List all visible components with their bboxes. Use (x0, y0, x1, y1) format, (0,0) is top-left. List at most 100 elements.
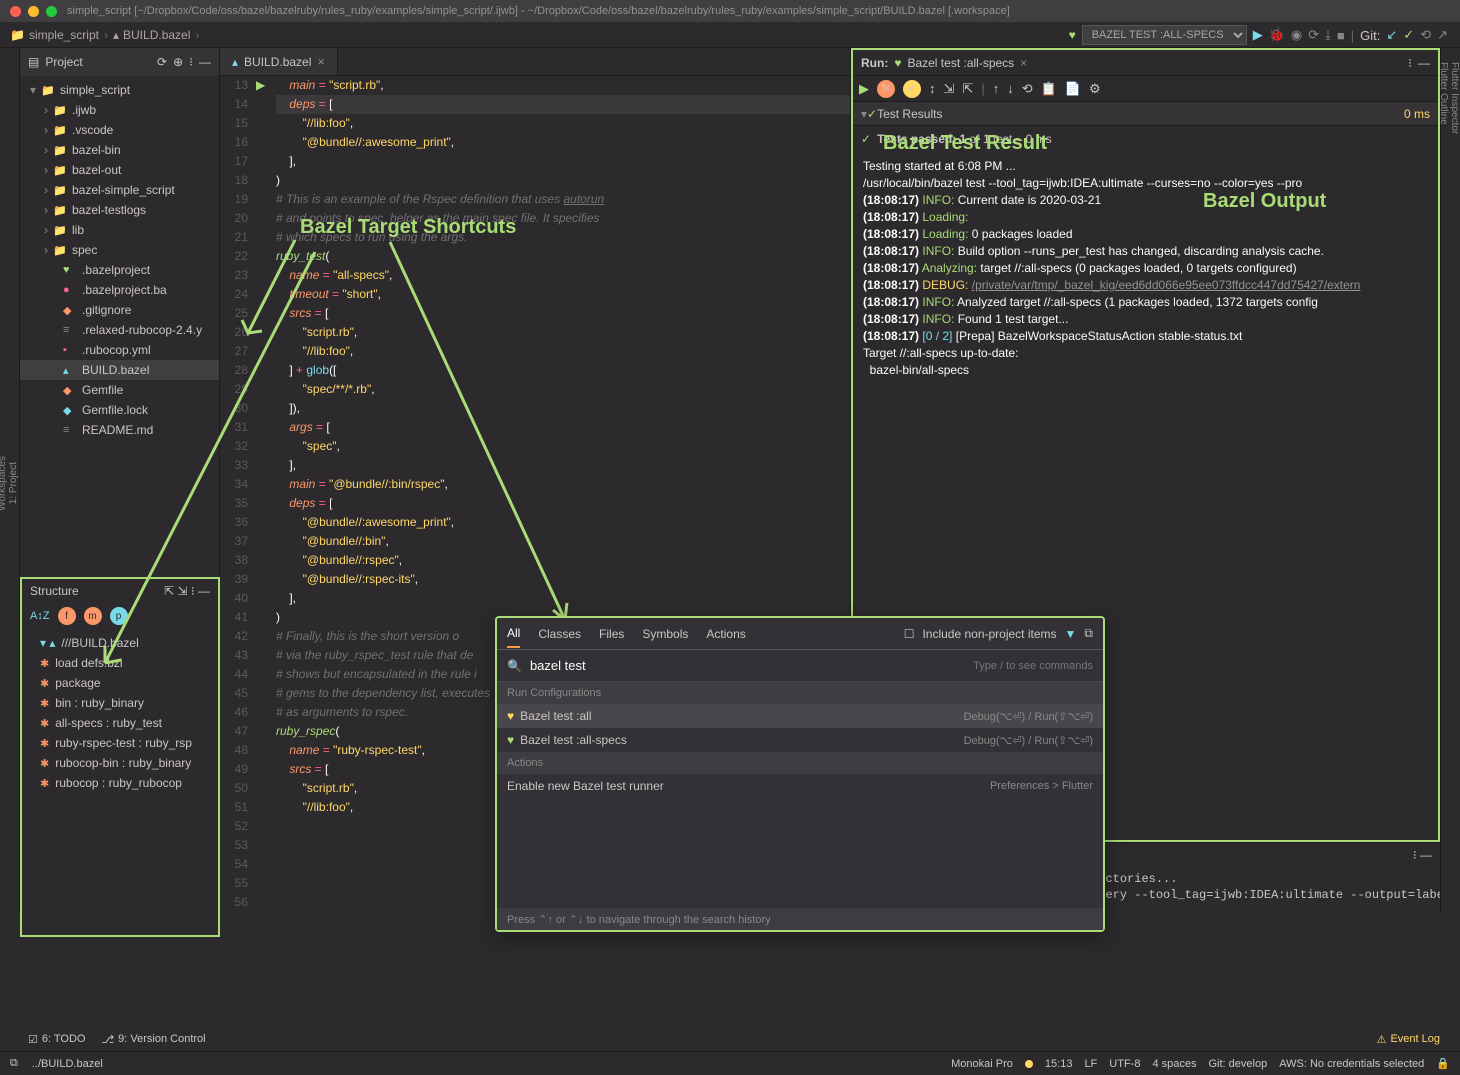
collapse-icon[interactable]: ⇱ (962, 81, 973, 97)
close-window-icon[interactable] (10, 6, 21, 17)
menu-icon[interactable]: ⁝ (1408, 56, 1412, 70)
vcs-push-icon[interactable]: ↗ (1437, 27, 1448, 43)
search-input[interactable] (530, 658, 965, 673)
search-category: Run Configurations (497, 682, 1103, 704)
event-log-button[interactable]: ⚠ Event Log (1377, 1027, 1440, 1051)
search-tab-files[interactable]: Files (599, 627, 624, 641)
hide-icon[interactable]: — (1418, 56, 1430, 70)
history-icon[interactable]: ⟲ (1022, 81, 1033, 97)
tree-item[interactable]: ◆Gemfile (20, 380, 219, 400)
search-hint: Type / to see commands (973, 660, 1093, 672)
prev-icon[interactable]: ↑ (993, 81, 1000, 96)
results-label: Test Results (877, 107, 942, 121)
structure-item[interactable]: ✱ruby-rspec-test : ruby_rsp (28, 733, 212, 753)
structure-item[interactable]: ✱package (28, 673, 212, 693)
structure-item[interactable]: ✱load defs.bzl (28, 653, 212, 673)
tree-item[interactable]: ›📁bazel-bin (20, 140, 219, 160)
status-line-sep[interactable]: LF (1084, 1058, 1097, 1070)
tree-item[interactable]: ≡.relaxed-rubocop-2.4.y (20, 320, 219, 340)
collapse-icon[interactable]: ⁝ (189, 55, 193, 69)
next-icon[interactable]: ↓ (1007, 81, 1014, 96)
debug-icon[interactable]: 🐞 (1269, 27, 1285, 43)
attach-icon[interactable]: ⤓ (1325, 27, 1331, 43)
target-icon[interactable]: ⊕ (173, 55, 183, 69)
tree-item[interactable]: ●.bazelproject.ba (20, 280, 219, 300)
tree-item[interactable]: ≡README.md (20, 420, 219, 440)
toggle2-icon[interactable]: ✓ (903, 80, 921, 98)
breadcrumb-item[interactable]: 📁 simple_script (10, 28, 99, 42)
tree-item[interactable]: ›📁.ijwb (20, 100, 219, 120)
bottom-tool-tabs: ☑ 6: TODO ⎇ 9: Version Control (20, 1027, 206, 1051)
m-icon[interactable]: m (84, 607, 102, 625)
profile-icon[interactable]: ⟳ (1308, 27, 1319, 43)
p-icon[interactable]: p (110, 607, 128, 625)
search-tab-actions[interactable]: Actions (706, 627, 745, 641)
search-tab-all[interactable]: All (507, 626, 520, 648)
vcs-history-icon[interactable]: ⟲ (1420, 27, 1431, 43)
status-theme[interactable]: Monokai Pro (951, 1058, 1013, 1070)
search-tab-symbols[interactable]: Symbols (642, 627, 688, 641)
rail-project[interactable]: 1: Project (8, 462, 19, 504)
hide-icon[interactable]: — (199, 55, 211, 69)
status-indent[interactable]: 4 spaces (1152, 1058, 1196, 1070)
export-icon[interactable]: 📋 (1041, 81, 1057, 97)
status-encoding[interactable]: UTF-8 (1109, 1058, 1140, 1070)
stop-icon[interactable]: ■ (1337, 28, 1345, 43)
tree-item[interactable]: ›📁bazel-simple_script (20, 180, 219, 200)
filter-icon[interactable]: ▼ (1065, 627, 1077, 641)
tree-item[interactable]: ›📁bazel-out (20, 160, 219, 180)
structure-panel: Structure ⇱ ⇲ ⁝ — A↕Z f m p ▾ ▴ ///BUILD… (20, 577, 220, 937)
structure-item[interactable]: ✱bin : ruby_binary (28, 693, 212, 713)
structure-list[interactable]: ▾ ▴ ///BUILD.bazel ✱load defs.bzl✱packag… (22, 629, 218, 797)
import-icon[interactable]: 📄 (1065, 81, 1081, 97)
search-result-item[interactable]: Enable new Bazel test runnerPreferences … (497, 774, 1103, 798)
rail-flutter-inspector[interactable]: Flutter Inspector (1449, 62, 1460, 906)
tree-item[interactable]: ♥.bazelproject (20, 260, 219, 280)
run-tab[interactable]: Bazel test :all-specs (907, 56, 1014, 70)
close-icon[interactable]: × (1020, 56, 1027, 70)
tree-item[interactable]: ›📁lib (20, 220, 219, 240)
expand-icon[interactable]: ⇲ (944, 81, 955, 97)
search-tab-classes[interactable]: Classes (538, 627, 581, 641)
status-position[interactable]: 15:13 (1045, 1058, 1073, 1070)
todo-tab[interactable]: ☑ 6: TODO (28, 1033, 85, 1046)
pin-icon[interactable]: ⧉ (1084, 626, 1093, 641)
tree-item[interactable]: ›📁spec (20, 240, 219, 260)
tree-item[interactable]: ◆.gitignore (20, 300, 219, 320)
vcs-update-icon[interactable]: ↙ (1386, 27, 1397, 43)
toggle-icon[interactable]: fx (877, 80, 895, 98)
structure-item[interactable]: ✱rubocop : ruby_rubocop (28, 773, 212, 793)
sort-icon[interactable]: ↕ (929, 81, 936, 96)
rail-workspaces[interactable]: Workspaces (0, 456, 8, 511)
sync-icon[interactable]: ⟳ (157, 55, 167, 69)
vcs-commit-icon[interactable]: ✓ (1403, 27, 1414, 43)
tree-item[interactable]: ◆Gemfile.lock (20, 400, 219, 420)
fullscreen-icon[interactable] (46, 6, 57, 17)
run-icon[interactable]: ▶ (1253, 27, 1263, 43)
structure-item[interactable]: ✱all-specs : ruby_test (28, 713, 212, 733)
status-aws[interactable]: AWS: No credentials selected (1279, 1058, 1424, 1070)
sort-az-icon[interactable]: A↕Z (30, 610, 50, 622)
run-config-select[interactable]: BAZEL TEST :ALL-SPECS (1082, 25, 1247, 45)
tree-item[interactable]: ›📁bazel-testlogs (20, 200, 219, 220)
minimize-icon[interactable] (28, 6, 39, 17)
search-footer: Press ⌃↑ or ⌃↓ to navigate through the s… (497, 908, 1103, 930)
search-result-item[interactable]: ♥Bazel test :allDebug(⌥⏎) / Run(⇧⌥⏎) (497, 704, 1103, 728)
coverage-icon[interactable]: ◉ (1291, 27, 1302, 43)
status-git[interactable]: Git: develop (1208, 1058, 1267, 1070)
structure-title: Structure (30, 584, 79, 598)
settings-icon[interactable]: ⚙ (1089, 81, 1101, 97)
tree-item[interactable]: ▴BUILD.bazel (20, 360, 219, 380)
search-result-item[interactable]: ♥Bazel test :all-specsDebug(⌥⏎) / Run(⇧⌥… (497, 728, 1103, 752)
close-tab-icon[interactable]: × (317, 54, 325, 69)
tree-item[interactable]: ›📁.vscode (20, 120, 219, 140)
breadcrumb-item[interactable]: ▴ BUILD.bazel (113, 28, 190, 42)
include-checkbox[interactable]: ☐ (904, 627, 915, 641)
tree-item[interactable]: ▪.rubocop.yml (20, 340, 219, 360)
f-icon[interactable]: f (58, 607, 76, 625)
editor-tab[interactable]: ▴ BUILD.bazel × (220, 48, 338, 75)
tree-item[interactable]: ▾📁simple_script (20, 80, 219, 100)
rerun-icon[interactable]: ▶ (859, 81, 869, 97)
vc-tab[interactable]: ⎇ 9: Version Control (101, 1033, 205, 1046)
structure-item[interactable]: ✱rubocop-bin : ruby_binary (28, 753, 212, 773)
